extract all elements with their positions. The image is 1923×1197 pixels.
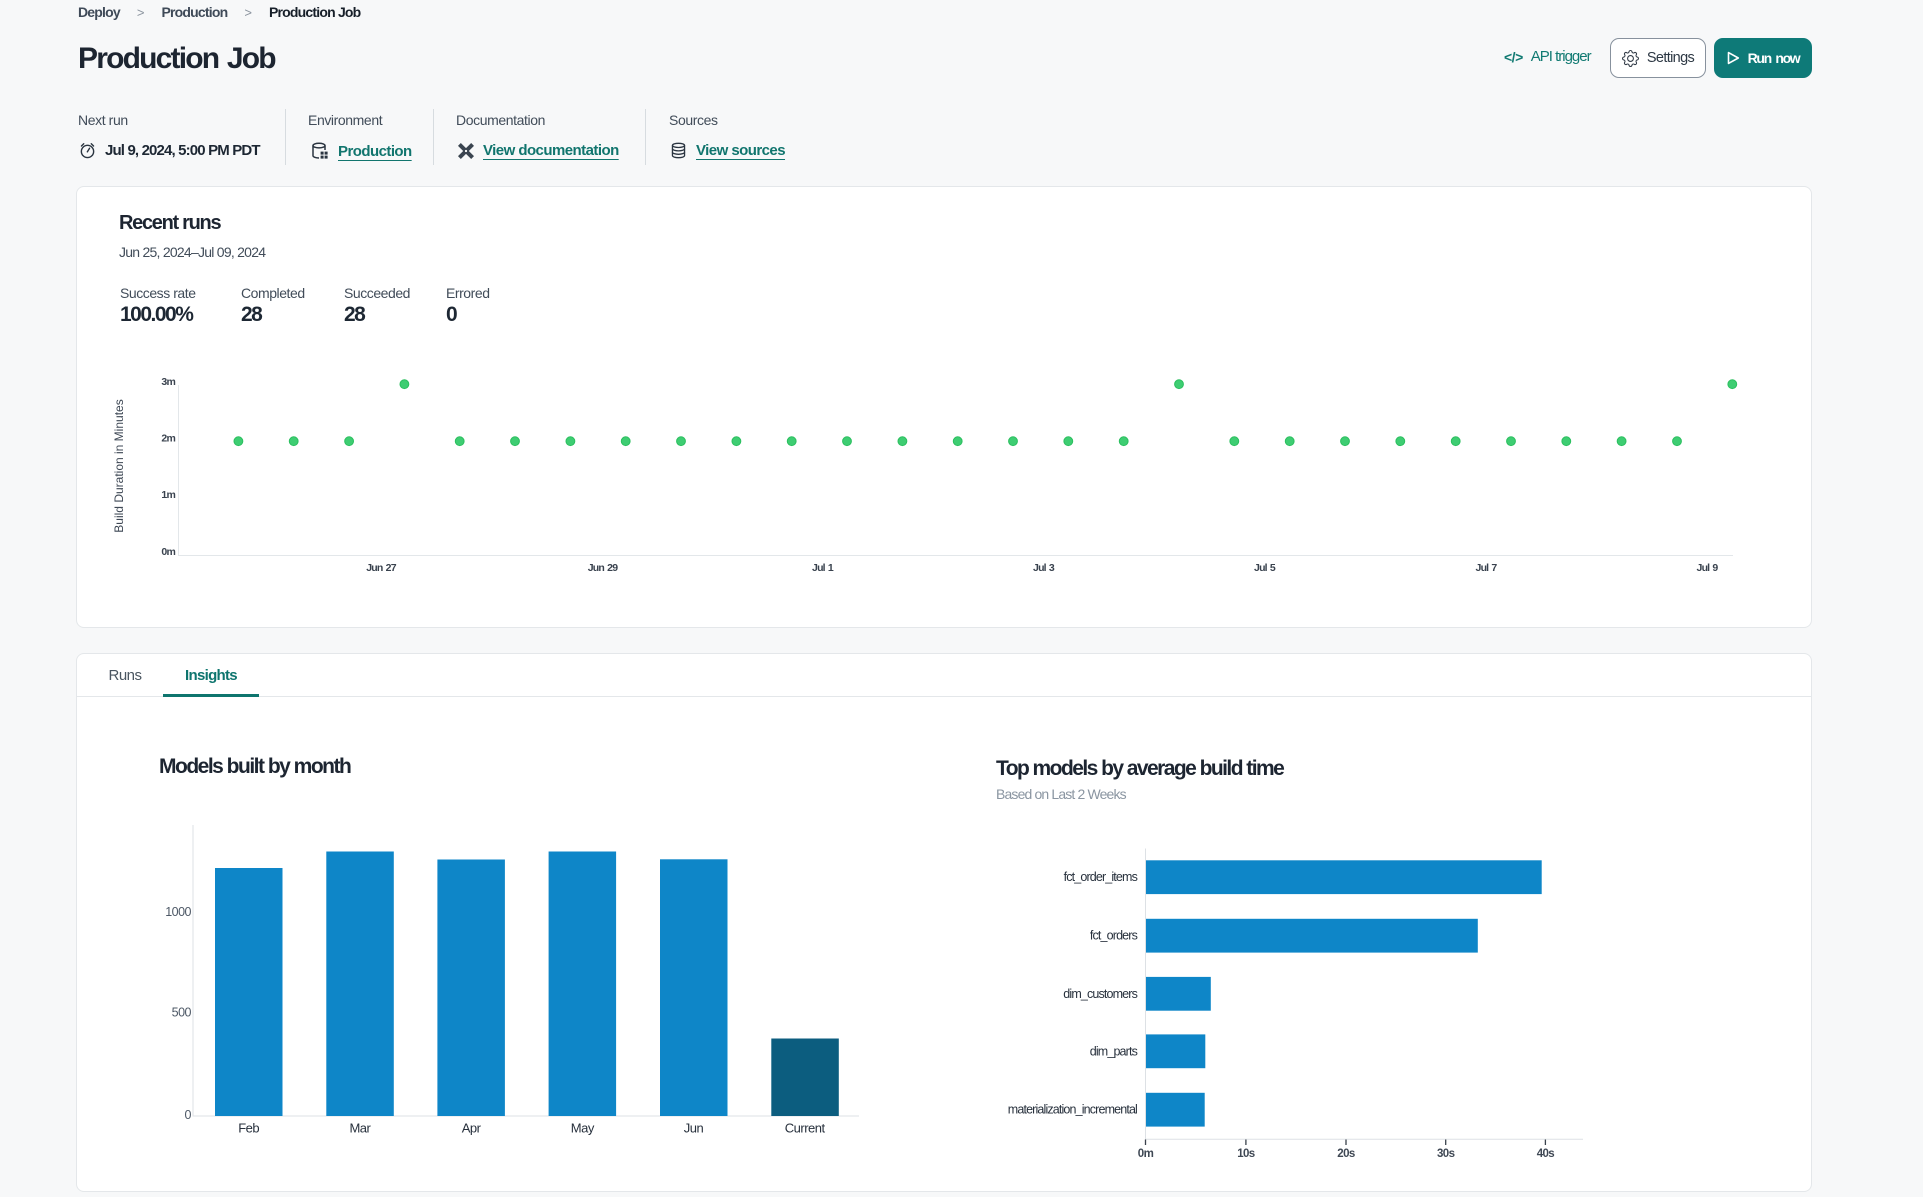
svg-text:Jul 5: Jul 5 [1254,562,1276,574]
svg-text:0m: 0m [1138,1148,1154,1160]
svg-text:Jun 29: Jun 29 [588,562,618,574]
svg-text:fct_orders: fct_orders [1090,929,1138,943]
svg-text:dim_customers: dim_customers [1063,987,1137,1001]
svg-text:Apr: Apr [462,1121,482,1136]
svg-text:dim_parts: dim_parts [1090,1044,1138,1058]
svg-text:0: 0 [185,1108,192,1122]
svg-text:Mar: Mar [349,1121,371,1136]
svg-text:Build Duration in Minutes: Build Duration in Minutes [112,399,126,532]
svg-text:Jun 27: Jun 27 [366,562,396,574]
svg-text:0m: 0m [161,546,175,558]
svg-text:1m: 1m [161,489,175,501]
svg-text:Jun: Jun [684,1121,704,1136]
svg-text:30s: 30s [1437,1148,1455,1160]
svg-text:Jul 3: Jul 3 [1033,562,1055,574]
svg-text:Jul 7: Jul 7 [1476,562,1498,574]
svg-text:10s: 10s [1237,1148,1255,1160]
svg-text:2m: 2m [161,433,175,445]
svg-text:Jul 1: Jul 1 [812,562,834,574]
svg-text:materialization_incremental: materialization_incremental [1008,1103,1137,1117]
svg-text:Feb: Feb [238,1121,259,1136]
svg-text:1000: 1000 [165,905,191,919]
svg-text:Current: Current [785,1121,826,1136]
svg-text:3m: 3m [161,376,175,388]
svg-text:20s: 20s [1337,1148,1355,1160]
svg-text:Jul 9: Jul 9 [1697,562,1719,574]
svg-text:500: 500 [172,1006,192,1020]
svg-text:May: May [571,1121,595,1136]
svg-text:40s: 40s [1537,1148,1555,1160]
svg-text:fct_order_items: fct_order_items [1064,870,1138,884]
